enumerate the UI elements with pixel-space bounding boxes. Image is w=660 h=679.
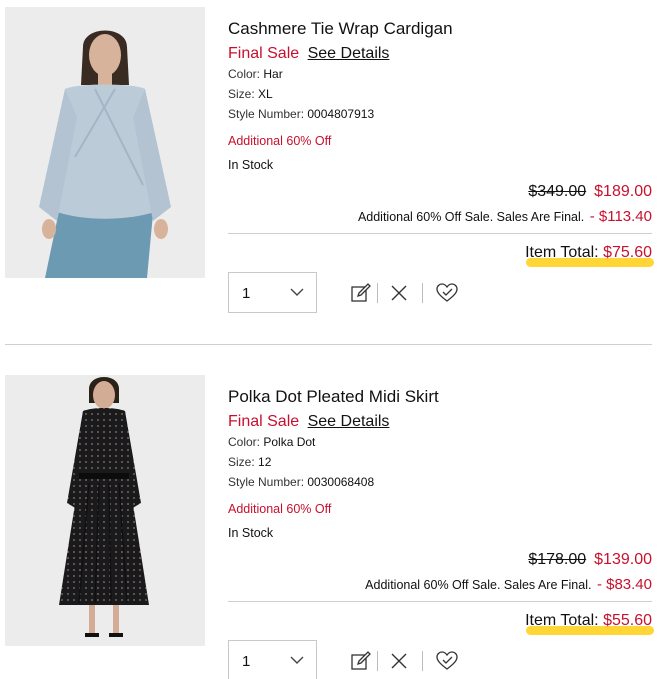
style-number-label: Style Number:	[228, 475, 305, 489]
color-attribute: Color: Har	[228, 67, 283, 81]
final-sale-line: Final Sale See Details	[228, 45, 389, 63]
sale-price: $139.00	[594, 551, 652, 568]
discount-amount: - $83.40	[596, 576, 652, 593]
item-total-label: Item Total:	[525, 612, 599, 629]
final-sale-line: Final Sale See Details	[228, 413, 389, 431]
divider	[228, 601, 652, 602]
style-number-attribute: Style Number: 0030068408	[228, 475, 374, 489]
edit-button[interactable]	[348, 647, 374, 675]
chevron-down-icon	[289, 652, 305, 668]
item-total-value: $55.60	[603, 612, 652, 629]
sale-price: $189.00	[594, 183, 652, 200]
size-label: Size:	[228, 455, 255, 469]
color-attribute: Color: Polka Dot	[228, 435, 315, 449]
discount-line: Additional 60% Off Sale. Sales Are Final…	[358, 208, 652, 225]
chevron-down-icon	[289, 284, 305, 300]
size-value: XL	[258, 87, 273, 101]
color-label: Color:	[228, 435, 261, 449]
item-total-label: Item Total:	[525, 244, 599, 261]
item-divider	[5, 344, 652, 345]
price-line: $178.00 $139.00	[528, 551, 652, 569]
color-value: Polka Dot	[263, 435, 316, 449]
action-separator	[422, 283, 423, 303]
action-separator	[377, 283, 378, 303]
edit-button[interactable]	[348, 279, 374, 307]
original-price: $178.00	[528, 551, 587, 568]
quantity-select[interactable]: 1	[228, 272, 317, 313]
size-attribute: Size: 12	[228, 455, 271, 469]
divider	[228, 233, 652, 234]
product-image[interactable]	[5, 7, 205, 278]
action-separator	[377, 651, 378, 671]
discount-text: Additional 60% Off Sale. Sales Are Final…	[357, 210, 585, 224]
color-value: Har	[263, 67, 283, 81]
quantity-select[interactable]: 1	[228, 640, 317, 679]
price-line: $349.00 $189.00	[528, 183, 652, 201]
style-number-attribute: Style Number: 0004807913	[228, 107, 374, 121]
style-number-label: Style Number:	[228, 107, 305, 121]
quantity-value: 1	[242, 653, 251, 670]
final-sale-label: Final Sale	[228, 413, 300, 430]
stock-status: In Stock	[228, 526, 274, 540]
promo-text: Additional 60% Off	[228, 502, 332, 516]
product-title[interactable]: Polka Dot Pleated Midi Skirt	[228, 387, 439, 407]
promo-text: Additional 60% Off	[228, 134, 332, 148]
color-label: Color:	[228, 67, 261, 81]
discount-line: Additional 60% Off Sale. Sales Are Final…	[365, 576, 652, 593]
discount-amount: - $113.40	[589, 208, 652, 225]
discount-text: Additional 60% Off Sale. Sales Are Final…	[365, 578, 592, 592]
size-label: Size:	[228, 87, 255, 101]
quantity-value: 1	[242, 285, 251, 302]
size-value: 12	[258, 455, 272, 469]
wishlist-button[interactable]	[433, 279, 459, 307]
item-total: Item Total: $55.60	[525, 612, 652, 630]
product-image[interactable]	[5, 375, 205, 646]
product-title[interactable]: Cashmere Tie Wrap Cardigan	[228, 19, 453, 39]
see-details-link[interactable]: See Details	[308, 413, 390, 430]
see-details-link[interactable]: See Details	[308, 45, 390, 62]
final-sale-label: Final Sale	[228, 45, 300, 62]
style-number-value: 0004807913	[307, 107, 375, 121]
size-attribute: Size: XL	[228, 87, 273, 101]
item-total-value: $75.60	[603, 244, 652, 261]
style-number-value: 0030068408	[307, 475, 375, 489]
wishlist-button[interactable]	[433, 647, 459, 675]
stock-status: In Stock	[228, 158, 274, 172]
item-total: Item Total: $75.60	[525, 244, 652, 262]
original-price: $349.00	[528, 183, 587, 200]
action-separator	[422, 651, 423, 671]
remove-button[interactable]	[386, 279, 412, 307]
remove-button[interactable]	[386, 647, 412, 675]
